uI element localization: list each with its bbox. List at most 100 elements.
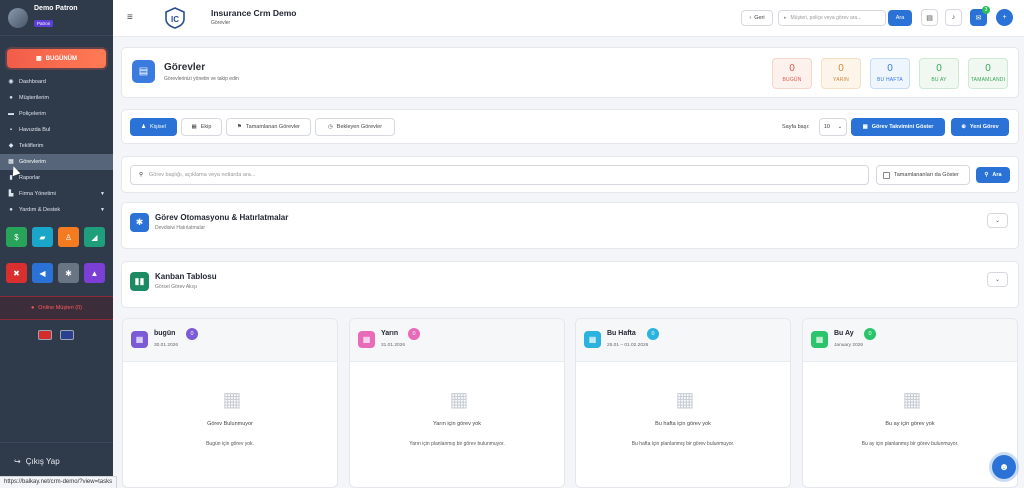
column-title: Bu Hafta [607, 330, 636, 337]
hamburger-icon[interactable]: ≡ [127, 12, 133, 23]
show-completed-checkbox[interactable]: Tamamlananları da Göster [876, 165, 970, 185]
stat-label: BU HAFTA [877, 77, 903, 83]
today-button[interactable]: ▦ BUGÜNÜM [7, 49, 106, 68]
stat-today: 0 BUGÜN [772, 58, 812, 89]
flag-en-icon[interactable] [60, 330, 74, 340]
sidebar-item-company[interactable]: ▙ Firma Yönetimi ▼ [0, 186, 113, 202]
sidebar-item-dashboard[interactable]: ◉ Dashboard [0, 74, 113, 90]
plus-circle-icon: ⊕ [961, 124, 966, 130]
new-task-label: Yeni Görev [969, 124, 999, 130]
logout-icon: ↪ [14, 457, 21, 466]
expand-automation-button[interactable]: ⌄ [987, 213, 1008, 228]
sidebar-item-label: Raporlar [19, 175, 41, 181]
calendar-icon: ▦ [222, 389, 242, 411]
tab-label: Ekip [200, 124, 212, 130]
kanban-title: Kanban Tablosu [155, 272, 217, 281]
chevron-down-icon: ▼ [100, 207, 105, 213]
columns-icon: ▮▮ [130, 272, 149, 291]
page-subtitle: Görevlerinizi yönetin ve takip edin [164, 76, 239, 82]
column-count-badge: 0 [647, 328, 659, 340]
task-search-button[interactable]: ⚲ Ara [976, 167, 1010, 183]
chart-line-icon[interactable]: ◢ [84, 227, 105, 247]
empty-subtitle: Bu hafta için planlanmış bir görev bulun… [631, 441, 735, 447]
tab-completed[interactable]: ⚑ Tamamlanan Görevler [226, 118, 311, 136]
users-icon: ● [9, 95, 13, 101]
money-icon[interactable]: $ [6, 227, 27, 247]
chevron-down-icon: ▼ [100, 191, 105, 197]
filter-bar: ♟ Kişisel ▦ Ekip ⚑ Tamamlanan Görevler ◷ Bek… [121, 109, 1019, 144]
column-date: 31.01.2026 [381, 343, 406, 348]
global-search-input[interactable]: ▸ Müşteri, poliçe veya görev ara... [778, 10, 886, 26]
column-date: January 2026 [834, 343, 864, 348]
calendar-icon: ▦ [449, 389, 469, 411]
column-count-badge: 0 [186, 328, 198, 340]
dashboard-icon: ◉ [8, 79, 14, 85]
back-label: Geri [754, 15, 765, 21]
gear-icon: ✱ [130, 213, 149, 232]
logout-label: Çıkış Yap [25, 457, 60, 466]
calendar-icon: ▦ [35, 56, 42, 62]
sidebar-item-help[interactable]: ● Yardım & Destek ▼ [0, 202, 113, 218]
calendar-icon: ▦ [584, 331, 601, 348]
sidebar-nav: ◉ Dashboard ● Müşterilerim ▬ Poliçelerim ▪ H… [0, 74, 113, 218]
back-button[interactable]: ‹ Geri [741, 10, 773, 26]
logo: IC [165, 7, 185, 29]
assistant-bot-button[interactable]: ☻ [992, 455, 1016, 479]
help-icon: ● [9, 207, 13, 213]
sidebar-item-policies[interactable]: ▬ Poliçelerim [0, 106, 113, 122]
tab-team[interactable]: ▦ Ekip [181, 118, 222, 136]
close-circle-icon[interactable]: ✖ [6, 263, 27, 283]
empty-subtitle: Bu ay için planlanmış bir görev bulunmuy… [861, 441, 959, 447]
sidebar-item-customers[interactable]: ● Müşterilerim [0, 90, 113, 106]
tab-pending[interactable]: ◷ Bekleyen Görevler [315, 118, 395, 136]
person-icon: ● [30, 305, 35, 311]
stat-label: BUGÜN [782, 77, 802, 83]
column-title: Yarın [381, 330, 399, 337]
calendar-icon: ▦ [675, 389, 695, 411]
calendar-icon: ▦ [8, 159, 14, 165]
megaphone-icon[interactable]: ◀ [32, 263, 53, 283]
sidebar-item-pool[interactable]: ▪ Havuzda Bul [0, 122, 113, 138]
checkbox-label: Tamamlananları da Göster [894, 172, 959, 178]
task-search-input[interactable]: ⚲ Görev başlığı, açıklama veya notlarda a… [130, 165, 869, 185]
search-icon: ⚲ [139, 172, 144, 178]
page-size-select[interactable]: 10 ⌄ [819, 118, 847, 136]
global-search-button[interactable]: Ara [888, 10, 912, 26]
calendar-icon: ▦ [902, 389, 922, 411]
column-date: 30.01.2026 [154, 343, 179, 348]
calendar-icon: ▦ [358, 331, 375, 348]
svg-text:IC: IC [171, 15, 179, 24]
stat-label: TAMAMLANDI [970, 77, 1006, 83]
tab-personal[interactable]: ♟ Kişisel [130, 118, 177, 136]
sidebar-item-label: Firma Yönetimi [19, 191, 56, 197]
gear-icon[interactable]: ✱ [58, 263, 79, 283]
messages-icon[interactable]: ✉ 3 [970, 6, 990, 26]
column-header: ▦ Bu Hafta 0 25.01 – 01.02.2026 [576, 319, 790, 362]
stat-week: 0 BU HAFTA [870, 58, 910, 89]
sidebar-item-label: Dashboard [19, 79, 46, 85]
flag-tr-icon[interactable] [38, 330, 52, 340]
chat-icon[interactable]: ▰ [32, 227, 53, 247]
stat-label: YARIN [833, 77, 849, 83]
book-icon[interactable]: ▤ [921, 9, 938, 26]
calendar-icon: ▦ [811, 331, 828, 348]
new-task-button[interactable]: ⊕ Yeni Görev [951, 118, 1009, 136]
app-title: Insurance Crm Demo [211, 8, 297, 18]
graduation-icon[interactable]: ▲ [84, 263, 105, 283]
chevron-down-icon: ⌄ [994, 277, 1001, 283]
person-icon[interactable]: ♙ [58, 227, 79, 247]
add-icon[interactable]: + [996, 9, 1013, 26]
arrow-right-icon: ▸ [784, 15, 787, 21]
chevron-left-icon: ‹ [749, 15, 752, 21]
tag-icon: ◆ [8, 143, 14, 149]
profile[interactable]: Demo Patron Patron [0, 0, 113, 36]
expand-kanban-button[interactable]: ⌄ [987, 272, 1008, 287]
stat-tomorrow: 0 YARIN [821, 58, 861, 89]
online-customers[interactable]: ● Online Müşteri (0) [0, 296, 113, 320]
show-calendar-button[interactable]: ▦ Görev Takvimini Göster [851, 118, 945, 136]
chevron-down-icon: ⌄ [994, 218, 1001, 224]
sidebar-item-label: Tekliflerim [19, 143, 44, 149]
sidebar-item-label: Müşterilerim [19, 95, 49, 101]
sidebar-item-offers[interactable]: ◆ Tekliflerim [0, 138, 113, 154]
bell-icon[interactable]: ♪ [945, 9, 962, 26]
